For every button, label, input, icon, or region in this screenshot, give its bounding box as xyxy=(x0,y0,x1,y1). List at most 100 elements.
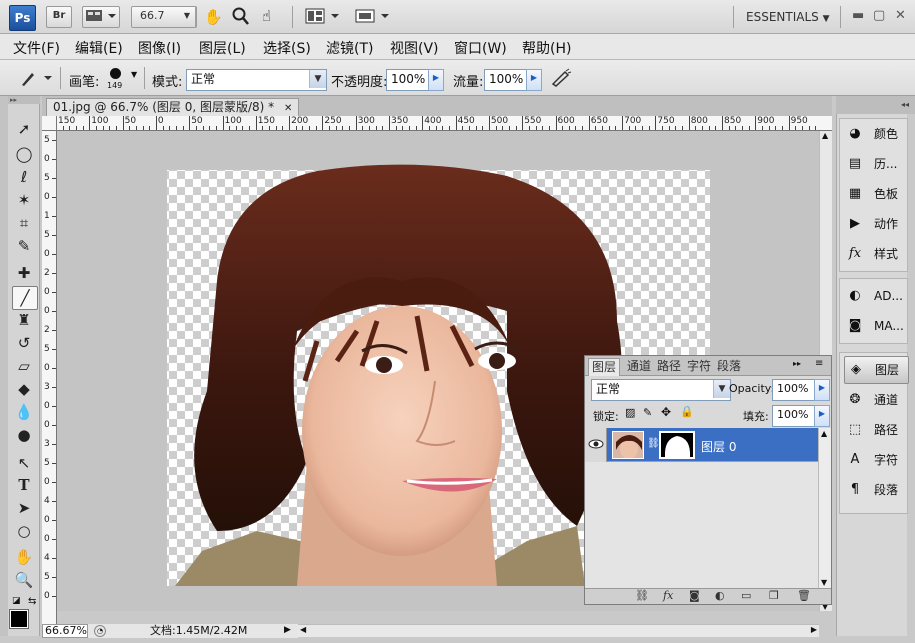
scroll-up-icon[interactable]: ▲ xyxy=(822,131,828,140)
collapse-panel-icon[interactable]: ▸▸ xyxy=(793,359,801,368)
lock-image-icon[interactable]: ✎ xyxy=(643,406,652,419)
menu-view[interactable]: 视图(V) xyxy=(390,38,439,58)
layers-scrollbar[interactable]: ▲ ▼ xyxy=(818,428,831,588)
fill-input[interactable]: 100% xyxy=(772,405,820,427)
maximize-button[interactable]: ▢ xyxy=(873,8,885,23)
dock-masks[interactable]: ◙ MA... xyxy=(844,313,907,339)
scroll-right-icon[interactable]: ▶ xyxy=(811,625,817,634)
menu-select[interactable]: 选择(S) xyxy=(263,38,311,58)
default-colors-icon[interactable]: ◪ xyxy=(12,596,21,606)
blur-tool-icon[interactable]: 💧 xyxy=(12,401,36,423)
ruler-origin[interactable] xyxy=(42,116,57,131)
tab-character[interactable]: 字符 xyxy=(687,358,711,375)
dock-color[interactable]: ◕ 颜色 xyxy=(844,121,907,147)
lock-position-icon[interactable]: ✥ xyxy=(661,405,671,419)
tab-channels[interactable]: 通道 xyxy=(627,358,651,375)
paint-bucket-tool-icon[interactable]: ◆ xyxy=(12,378,36,400)
tab-paragraph[interactable]: 段落 xyxy=(717,358,741,375)
tools-panel-grip[interactable] xyxy=(0,96,8,636)
tab-layers[interactable]: 图层 xyxy=(588,358,621,376)
tools-panel-header[interactable]: ▸▸ xyxy=(8,96,40,104)
close-tab-icon[interactable]: ✕ xyxy=(284,103,292,114)
clone-stamp-tool-icon[interactable]: ♜ xyxy=(12,309,36,331)
menu-edit[interactable]: 编辑(E) xyxy=(75,38,123,58)
panel-menu-icon[interactable]: ≡ xyxy=(815,358,823,369)
arrange-documents-icon[interactable] xyxy=(305,8,341,27)
new-group-icon[interactable]: ▭ xyxy=(741,589,751,602)
horizontal-scrollbar[interactable]: ◀ ▶ xyxy=(298,624,819,637)
lasso-tool-icon[interactable]: ℓ xyxy=(12,166,36,188)
mode-select[interactable]: 正常 ▼ xyxy=(186,69,327,91)
close-button[interactable]: ✕ xyxy=(895,8,906,23)
layer-row[interactable]: ⛓ 图层 0 xyxy=(585,428,818,462)
mask-link-icon[interactable]: ⛓ xyxy=(647,438,660,449)
layer-name[interactable]: 图层 0 xyxy=(701,438,736,455)
tool-preset-picker[interactable] xyxy=(18,68,54,88)
dock-swatches[interactable]: ▦ 色板 xyxy=(844,181,907,207)
layer-style-icon[interactable]: fx xyxy=(663,589,673,602)
tab-paths[interactable]: 路径 xyxy=(657,358,681,375)
menu-image[interactable]: 图像(I) xyxy=(138,38,181,58)
layer-thumbnail[interactable] xyxy=(612,431,644,459)
minimize-button[interactable]: ▬ xyxy=(852,8,864,23)
eraser-tool-icon[interactable]: ▱ xyxy=(12,355,36,377)
lock-all-icon[interactable]: 🔒 xyxy=(680,405,694,418)
hand-tool-icon[interactable]: ✋ xyxy=(12,546,36,568)
move-tool-icon[interactable]: ➚ xyxy=(12,118,36,140)
menu-layer[interactable]: 图层(L) xyxy=(199,38,246,58)
layer-opacity-slider[interactable]: ▶ xyxy=(814,379,830,401)
lock-transparent-icon[interactable]: ▨ xyxy=(625,406,635,419)
shape-tool-icon[interactable]: ○ xyxy=(12,520,36,542)
new-layer-icon[interactable]: ❐ xyxy=(769,589,779,602)
hand-icon[interactable]: ✋ xyxy=(204,8,223,26)
dock-history[interactable]: ▤ 历... xyxy=(844,151,907,177)
add-mask-icon[interactable]: ◙ xyxy=(689,589,700,602)
path-selection-tool-icon[interactable]: ↖ xyxy=(12,452,36,474)
dock-layers[interactable]: ◈ 图层 xyxy=(844,356,909,384)
dock-channels[interactable]: ❂ 通道 xyxy=(844,387,907,413)
screen-mode-icon[interactable] xyxy=(355,8,391,27)
fill-slider[interactable]: ▶ xyxy=(814,405,830,427)
scroll-left-icon[interactable]: ◀ xyxy=(300,625,306,634)
flow-slider-button[interactable]: ▶ xyxy=(526,69,542,91)
opacity-input[interactable]: 100% xyxy=(386,69,434,91)
status-menu-icon[interactable]: ◔ xyxy=(94,625,106,637)
dock-paths[interactable]: ⬚ 路径 xyxy=(844,417,907,443)
dock-actions[interactable]: ▶ 动作 xyxy=(844,211,907,237)
brush-picker[interactable]: 149 ▼ xyxy=(104,66,140,94)
menu-file[interactable]: 文件(F) xyxy=(13,38,60,58)
swap-colors-icon[interactable]: ⇆ xyxy=(28,596,36,607)
workspace-switcher[interactable]: ESSENTIALS ▼ xyxy=(746,10,830,24)
pen-tool-icon[interactable]: ➤ xyxy=(12,497,36,519)
menu-filter[interactable]: 滤镜(T) xyxy=(326,38,373,58)
document-tab[interactable]: 01.jpg @ 66.7% (图层 0, 图层蒙版/8) * ✕ xyxy=(46,98,300,117)
opacity-slider-button[interactable]: ▶ xyxy=(428,69,444,91)
crop-tool-icon[interactable]: ⌗ xyxy=(12,212,36,234)
dodge-tool-icon[interactable]: ● xyxy=(12,424,36,446)
blend-mode-select[interactable]: 正常 ▼ xyxy=(591,379,731,401)
delete-layer-icon[interactable]: 🗑 xyxy=(797,589,811,602)
view-extras-button[interactable] xyxy=(82,6,120,28)
zoom-level-dropdown[interactable]: 66.7 ▼ xyxy=(131,6,197,28)
dock-header[interactable]: ◂◂ xyxy=(836,96,915,114)
type-tool-icon[interactable]: T xyxy=(12,474,36,496)
status-arrow-icon[interactable]: ▶ xyxy=(284,625,291,635)
magic-wand-tool-icon[interactable]: ✶ xyxy=(12,189,36,211)
bridge-button[interactable]: Br xyxy=(46,6,72,28)
scroll-up-icon[interactable]: ▲ xyxy=(821,429,827,438)
adjustment-layer-icon[interactable]: ◐ xyxy=(715,589,725,602)
layer-opacity-input[interactable]: 100% xyxy=(772,379,820,401)
rotate-view-icon[interactable]: ☝ xyxy=(262,7,271,25)
scroll-down-icon[interactable]: ▼ xyxy=(821,578,827,587)
marquee-tool-icon[interactable]: ◯ xyxy=(12,143,36,165)
dock-styles[interactable]: fx 样式 xyxy=(844,241,907,267)
layer-mask-thumbnail[interactable] xyxy=(659,431,695,459)
dock-paragraph[interactable]: ¶ 段落 xyxy=(844,477,907,503)
zoom-status-field[interactable]: 66.67% xyxy=(42,624,88,638)
healing-brush-tool-icon[interactable]: ✚ xyxy=(12,262,36,284)
brush-tool-icon[interactable]: ╱ xyxy=(12,286,38,310)
history-brush-tool-icon[interactable]: ↺ xyxy=(12,332,36,354)
menu-help[interactable]: 帮助(H) xyxy=(522,38,571,58)
dock-character[interactable]: A 字符 xyxy=(844,447,907,473)
foreground-color-swatch[interactable] xyxy=(9,609,29,629)
